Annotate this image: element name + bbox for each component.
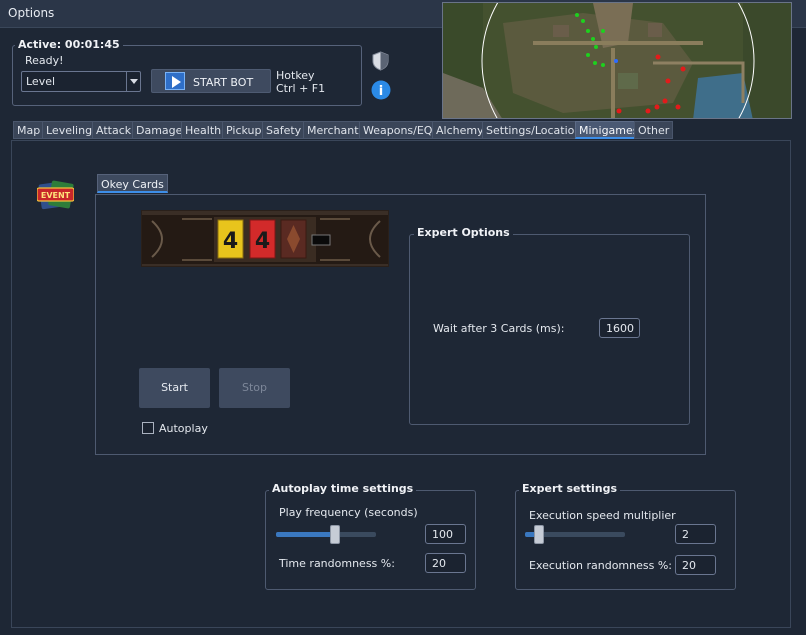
tab-leveling[interactable]: Leveling — [42, 121, 97, 139]
tab-merchant[interactable]: Merchant — [303, 121, 363, 139]
tab-settings-location[interactable]: Settings/Location — [482, 121, 586, 139]
tab-minigames[interactable]: Minigames — [575, 121, 643, 139]
play-frequency-slider-handle[interactable] — [330, 525, 340, 544]
event-icon[interactable]: EVENT — [37, 180, 74, 210]
info-icon-glyph: i — [379, 84, 383, 99]
tab-alchemy[interactable]: Alchemy — [432, 121, 488, 139]
execution-speed-label: Execution speed multiplier — [529, 509, 676, 522]
autoplay-label: Autoplay — [159, 422, 208, 435]
execution-randomness-input[interactable]: 20 — [675, 555, 716, 575]
hotkey-value: Ctrl + F1 — [276, 82, 326, 95]
autoplay-checkbox[interactable] — [142, 422, 154, 434]
time-randomness-input[interactable]: 20 — [425, 553, 466, 573]
tab-safety[interactable]: Safety — [262, 121, 306, 139]
play-frequency-slider[interactable] — [276, 532, 376, 537]
play-frequency-input[interactable]: 100 — [425, 524, 466, 544]
status-text: Ready! — [25, 54, 64, 67]
execution-speed-input[interactable]: 2 — [675, 524, 716, 544]
event-icon-text: EVENT — [41, 191, 71, 200]
play-frequency-slider-fill — [276, 532, 335, 537]
start-button[interactable]: Start — [139, 368, 210, 408]
execution-randomness-label: Execution randomness %: — [529, 559, 672, 572]
tab-map[interactable]: Map — [13, 121, 45, 139]
tab-health[interactable]: Health — [181, 121, 226, 139]
expert-options-title: Expert Options — [414, 226, 513, 239]
tab-weapons-eq[interactable]: Weapons/EQ — [359, 121, 437, 139]
expert-settings-title: Expert settings — [519, 482, 621, 495]
mode-select-button[interactable] — [126, 72, 140, 91]
minimap[interactable] — [442, 2, 792, 119]
hotkey-label: Hotkey — [276, 69, 315, 82]
minimap-image — [443, 3, 791, 118]
tab-okey-cards[interactable]: Okey Cards — [97, 174, 168, 193]
info-icon[interactable]: i — [371, 80, 391, 100]
window-title: Options — [8, 6, 55, 20]
card-yellow-value: 4 — [223, 229, 238, 254]
play-frequency-label: Play frequency (seconds) — [279, 506, 418, 519]
play-icon — [165, 72, 185, 90]
time-randomness-label: Time randomness %: — [279, 557, 395, 570]
execution-speed-slider-handle[interactable] — [534, 525, 544, 544]
okey-cards-image: 4 4 — [141, 210, 389, 267]
start-bot-label: START BOT — [193, 76, 254, 89]
tab-damage[interactable]: Damage — [132, 121, 187, 139]
shield-icon[interactable] — [371, 51, 390, 71]
wait-after-cards-input[interactable]: 1600 — [599, 318, 640, 338]
card-red-value: 4 — [255, 229, 270, 254]
tab-pickup[interactable]: Pickup — [222, 121, 266, 139]
tab-other[interactable]: Other — [634, 121, 674, 139]
active-timer: Active: 00:01:45 — [15, 38, 123, 51]
autoplay-time-title: Autoplay time settings — [269, 482, 417, 495]
stop-button[interactable]: Stop — [219, 368, 290, 408]
mode-select-value: Level — [26, 75, 56, 88]
chevron-down-icon — [130, 79, 138, 84]
tab-attack[interactable]: Attack — [92, 121, 136, 139]
wait-after-cards-label: Wait after 3 Cards (ms): — [433, 322, 565, 335]
start-bot-button[interactable]: START BOT — [151, 69, 271, 93]
mode-select[interactable]: Level — [21, 71, 141, 92]
